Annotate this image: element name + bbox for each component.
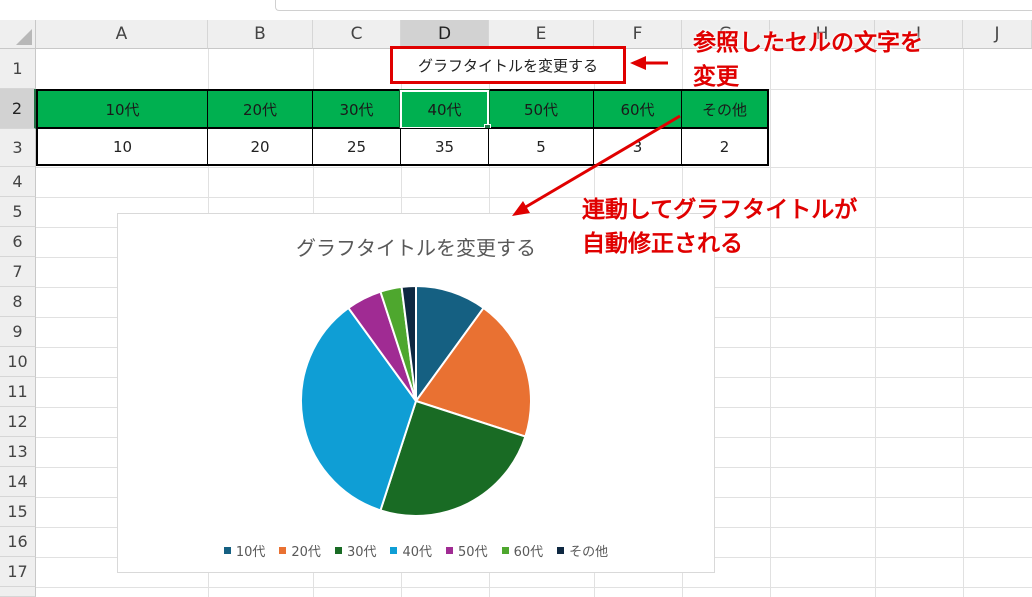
annotation-arrows: [512, 56, 681, 216]
arrow-head-chart-title: [512, 201, 530, 216]
spreadsheet: A B C D E F G H I J 1 2 3 4 5 6 7 8 9 10…: [0, 0, 1032, 597]
arrow-head-title-cell: [630, 56, 646, 70]
arrow-to-chart-title: [523, 114, 681, 210]
